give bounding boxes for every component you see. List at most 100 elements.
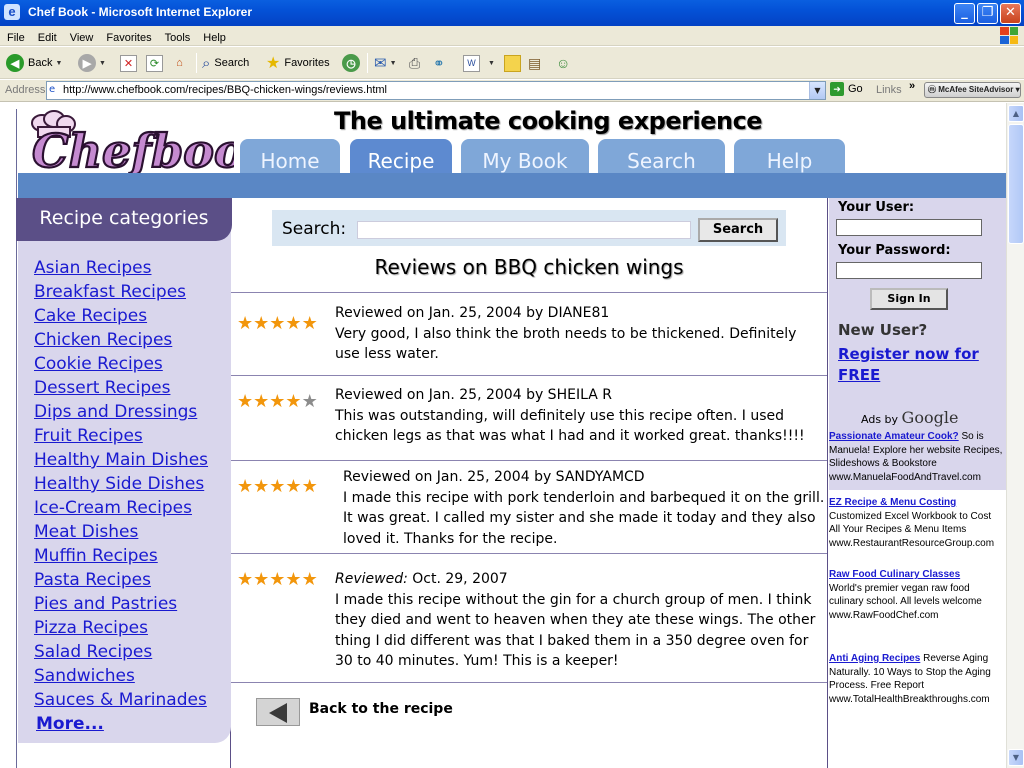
ad-title-link[interactable]: EZ Recipe & Menu Costing [829,497,956,508]
mcafee-siteadvisor-button[interactable]: ⓜ McAfee SiteAdvisor ▾ [924,82,1021,98]
links-label[interactable]: Links [876,84,902,96]
minimize-button[interactable]: _ [954,3,975,24]
ad-url[interactable]: www.ManuelaFoodAndTravel.com [829,472,981,483]
category-link[interactable]: Meat Dishes [34,522,208,546]
refresh-button[interactable]: ⟳ [146,52,163,74]
sidebar-title: Recipe categories [16,198,232,241]
tab-home[interactable]: Home [240,139,340,175]
site-tagline: The ultimate cooking experience [334,107,763,135]
review-header: Reviewed on Jan. 25, 2004 by DIANE81 [335,305,610,321]
ad-text: World's premier vegan raw food culinary … [829,582,982,608]
register-link[interactable]: Register now for FREE [838,344,998,386]
ad-title-link[interactable]: Anti Aging Recipes [829,653,920,664]
maximize-button[interactable]: ❐ [977,3,998,24]
menu-file[interactable]: File [0,29,31,44]
scroll-thumb[interactable] [1008,124,1024,244]
scroll-up-icon[interactable]: ▲ [1008,105,1024,122]
page-icon: e [49,84,56,95]
sign-in-button[interactable]: Sign In [870,288,948,310]
back-to-recipe-button[interactable] [256,698,300,726]
category-link[interactable]: Chicken Recipes [34,330,208,354]
search-input[interactable] [357,221,691,239]
back-to-recipe-label[interactable]: Back to the recipe [309,701,453,717]
menu-help[interactable]: Help [196,29,232,44]
stop-button[interactable]: ✕ [120,52,137,74]
ad-title-link[interactable]: Passionate Amateur Cook? [829,431,959,442]
close-button[interactable]: ✕ [1000,3,1021,24]
category-link[interactable]: Healthy Main Dishes [34,450,208,474]
category-link[interactable]: Asian Recipes [34,258,208,282]
category-link[interactable]: Muffin Recipes [34,546,208,570]
review-body: I made this recipe without the gin for a… [335,591,816,670]
menu-view[interactable]: View [63,29,100,44]
edit-button[interactable]: W ▼ [463,52,495,74]
star-filled-icon: ★ [237,476,254,497]
category-link[interactable]: Dessert Recipes [34,378,208,402]
toolbar: ◀ Back ▼ ▶ ▼ ✕ ⟳ ⌂ ⌕ Search ★ Favorites … [0,47,1024,79]
nav-strip [18,173,1006,198]
category-link[interactable]: Sandwiches [34,666,208,690]
category-link[interactable]: Breakfast Recipes [34,282,208,306]
review-date: Oct. 29, 2007 [407,571,508,587]
folder-button[interactable] [504,52,521,74]
ad-title-link[interactable]: Raw Food Culinary Classes [829,569,960,580]
messenger-button[interactable]: ⚭ [433,52,445,74]
ad-url[interactable]: www.TotalHealthBreakthroughs.com [829,694,990,705]
links-chevron-icon[interactable]: » [909,80,915,92]
print-button[interactable]: ⎙ [409,52,420,74]
research-button[interactable]: ▤ [528,52,541,74]
back-button[interactable]: ◀ Back ▼ [6,52,62,74]
edit-dropdown-icon[interactable]: ▼ [488,60,495,67]
category-link[interactable]: Cookie Recipes [34,354,208,378]
ad-url[interactable]: www.RawFoodChef.com [829,610,938,621]
favorites-button[interactable]: ★ Favorites [266,52,330,74]
research-icon: ▤ [528,54,542,71]
password-input[interactable] [836,262,982,279]
tab-help[interactable]: Help [734,139,845,175]
back-dropdown-icon[interactable]: ▼ [55,60,62,67]
scroll-down-icon[interactable]: ▼ [1008,749,1024,766]
contacts-button[interactable]: ☺ [556,52,570,74]
address-dropdown-icon[interactable]: ▼ [809,82,825,99]
ads-by-google[interactable]: Ads by Google [861,408,958,427]
category-link[interactable]: Fruit Recipes [34,426,208,450]
tab-search[interactable]: Search [598,139,725,175]
menu-favorites[interactable]: Favorites [99,29,157,44]
star-filled-icon: ★ [269,476,286,497]
vertical-scrollbar[interactable]: ▲ ▼ [1006,103,1024,768]
category-link[interactable]: Pizza Recipes [34,618,208,642]
category-link[interactable]: Cake Recipes [34,306,208,330]
star-filled-icon: ★ [285,569,302,590]
mail-button[interactable]: ✉ ▼ [374,52,397,74]
forward-button[interactable]: ▶ ▼ [78,52,106,74]
address-url[interactable]: http://www.chefbook.com/recipes/BBQ-chic… [63,84,387,96]
go-button[interactable]: ➜ Go [830,82,863,96]
chefbook-logo[interactable]: Chefbook [24,109,234,173]
address-field[interactable]: e http://www.chefbook.com/recipes/BBQ-ch… [46,81,826,100]
user-input[interactable] [836,219,982,236]
menu-tools[interactable]: Tools [158,29,197,44]
more-categories-link[interactable]: More... [36,714,208,738]
category-list: Asian Recipes Breakfast Recipes Cake Rec… [34,258,208,738]
category-link[interactable]: Pasta Recipes [34,570,208,594]
history-button[interactable]: ◷ [342,52,360,74]
review-header: Reviewed: Oct. 29, 2007 [335,569,823,590]
tab-my-book[interactable]: My Book [461,139,589,175]
star-filled-icon: ★ [269,569,286,590]
category-link[interactable]: Pies and Pastries [34,594,208,618]
search-toolbar-button[interactable]: ⌕ Search [202,52,249,74]
mail-dropdown-icon[interactable]: ▼ [390,60,397,67]
category-link[interactable]: Sauces & Marinades [34,690,208,714]
category-link[interactable]: Salad Recipes [34,642,208,666]
home-button[interactable]: ⌂ [171,52,188,74]
forward-dropdown-icon[interactable]: ▼ [99,60,106,67]
search-button[interactable]: Search [698,218,778,242]
back-arrow-icon: ◀ [6,54,24,72]
category-link[interactable]: Dips and Dressings [34,402,208,426]
category-link[interactable]: Ice-Cream Recipes [34,498,208,522]
ad-url[interactable]: www.RestaurantResourceGroup.com [829,538,994,549]
category-link[interactable]: Healthy Side Dishes [34,474,208,498]
review-item: ★★★★★ Reviewed on Jan. 25, 2004 by SHEIL… [231,376,827,460]
tab-recipe[interactable]: Recipe [350,139,452,175]
menu-edit[interactable]: Edit [31,29,63,44]
